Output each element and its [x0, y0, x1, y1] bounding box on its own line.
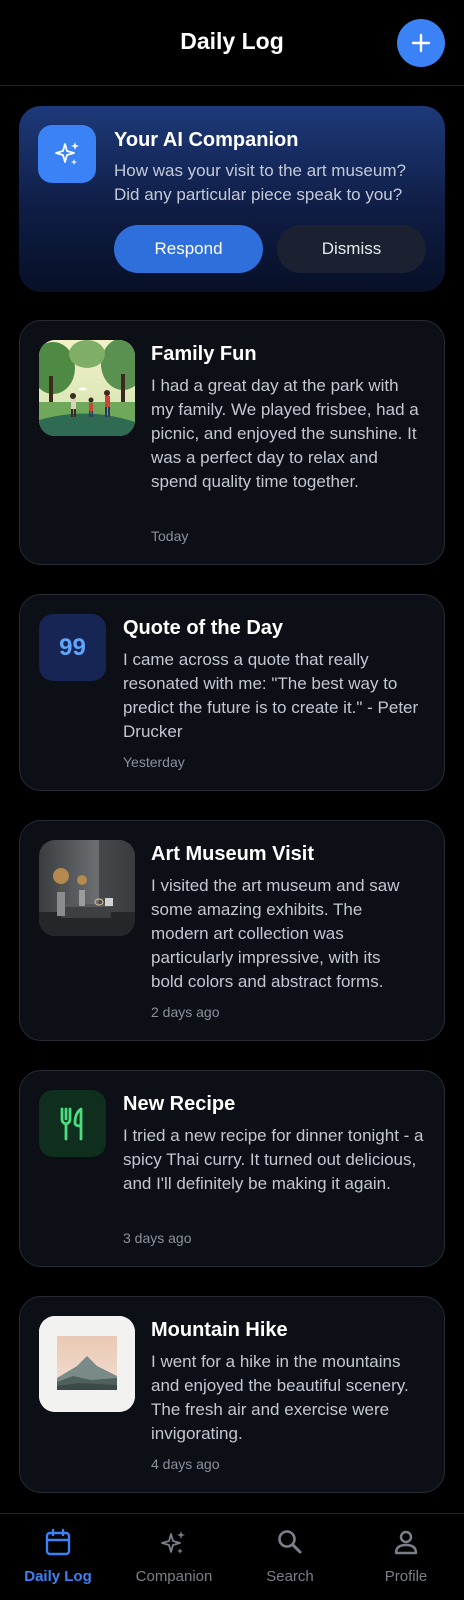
calendar-icon — [45, 1528, 71, 1556]
log-entry-new-recipe[interactable]: New Recipe I tried a new recipe for dinn… — [19, 1070, 445, 1267]
entry-timestamp: 4 days ago — [151, 1456, 220, 1472]
dismiss-button[interactable]: Dismiss — [277, 225, 426, 273]
entry-title: Family Fun — [151, 343, 257, 365]
log-entry-family-fun[interactable]: Family Fun I had a great day at the park… — [19, 320, 445, 565]
entry-title: Art Museum Visit — [151, 843, 314, 865]
entry-timestamp: 3 days ago — [123, 1230, 192, 1246]
entry-title: Quote of the Day — [123, 617, 284, 639]
nav-label: Profile — [384, 1568, 428, 1585]
nav-companion[interactable]: Companion — [116, 1514, 232, 1600]
museum-photo — [39, 840, 135, 936]
ai-card-message: How was your visit to the art museum? Di… — [114, 161, 406, 204]
quote-glyph: 99 — [59, 633, 86, 661]
nav-daily-log[interactable]: Daily Log — [0, 1514, 116, 1600]
nav-search[interactable]: Search — [232, 1514, 348, 1600]
entry-text: I visited the art museum and saw some am… — [151, 876, 400, 991]
nav-label: Daily Log — [24, 1568, 92, 1585]
utensils-icon — [39, 1090, 106, 1157]
nav-label: Search — [266, 1568, 314, 1585]
log-entry-art-museum[interactable]: Art Museum Visit I visited the art museu… — [19, 820, 445, 1041]
nav-label: Companion — [135, 1568, 213, 1585]
user-icon — [394, 1530, 418, 1555]
entry-timestamp: Today — [151, 528, 189, 544]
entry-text: I tried a new recipe for dinner tonight … — [123, 1126, 424, 1193]
respond-button[interactable]: Respond — [114, 225, 263, 273]
ai-companion-card: Your AI Companion How was your visit to … — [19, 106, 445, 292]
entry-text: I had a great day at the park with my fa… — [151, 376, 419, 491]
ai-card-title: Your AI Companion — [114, 129, 299, 151]
entry-text: I went for a hike in the mountains and e… — [151, 1352, 409, 1443]
entry-text: I came across a quote that really resona… — [123, 650, 419, 741]
log-entry-mountain-hike[interactable]: Mountain Hike I went for a hike in the m… — [19, 1296, 445, 1493]
quote-icon: 99 — [39, 614, 106, 681]
sparkles-icon — [161, 1531, 185, 1554]
page-title: Daily Log — [180, 28, 284, 54]
sparkles-icon — [55, 142, 79, 165]
add-entry-button[interactable] — [397, 19, 445, 67]
park-photo — [39, 340, 135, 436]
log-entry-quote[interactable]: 99 Quote of the Day I came across a quot… — [19, 594, 445, 791]
entry-title: New Recipe — [123, 1093, 236, 1115]
ai-icon-badge — [38, 125, 96, 183]
plus-icon — [411, 33, 431, 53]
app-header: Daily Log — [0, 0, 464, 86]
entry-timestamp: 2 days ago — [151, 1004, 220, 1020]
mountain-photo — [39, 1316, 135, 1412]
search-icon — [278, 1530, 302, 1554]
nav-profile[interactable]: Profile — [348, 1514, 464, 1600]
bottom-nav: Daily Log Companion Search Profile — [0, 1513, 464, 1600]
entry-title: Mountain Hike — [151, 1319, 288, 1341]
entry-timestamp: Yesterday — [123, 754, 185, 770]
